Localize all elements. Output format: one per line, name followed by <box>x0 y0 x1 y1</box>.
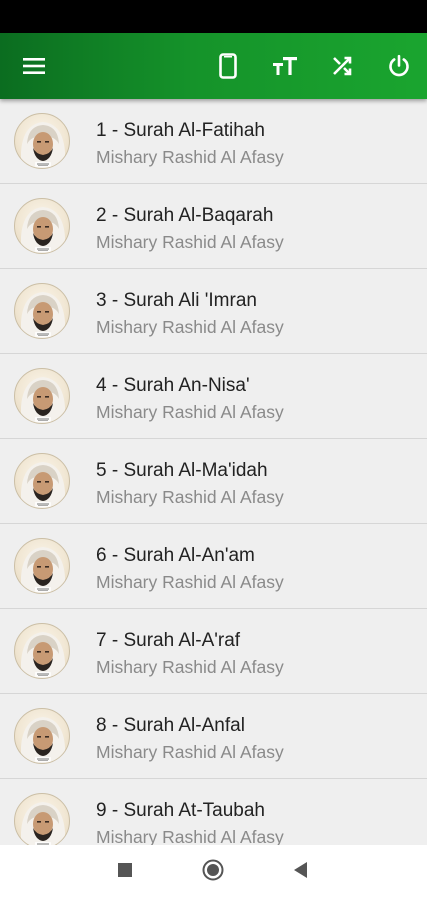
reciter-avatar <box>14 793 70 845</box>
reciter-name: Mishary Rashid Al Afasy <box>96 147 284 167</box>
reciter-name: Mishary Rashid Al Afasy <box>96 742 284 762</box>
reciter-name: Mishary Rashid Al Afasy <box>96 317 284 337</box>
surah-title: 1 - Surah Al-Fatihah <box>96 120 265 141</box>
reciter-name: Mishary Rashid Al Afasy <box>96 657 284 677</box>
list-item[interactable]: 2 - Surah Al-Baqarah Mishary Rashid Al Af… <box>0 184 427 269</box>
text-size-button[interactable] <box>261 33 309 99</box>
surah-title: 6 - Surah Al-An'am <box>96 545 255 566</box>
shuffle-button[interactable] <box>318 33 366 99</box>
navigation-bar <box>0 845 427 900</box>
circle-home-icon <box>202 859 224 886</box>
triangle-back-icon <box>294 862 308 883</box>
surah-title: 3 - Surah Ali 'Imran <box>96 290 257 311</box>
home-button[interactable] <box>191 845 235 900</box>
surah-title: 7 - Surah Al-A'raf <box>96 630 241 651</box>
device-button[interactable] <box>204 33 252 99</box>
device-icon <box>219 53 237 79</box>
reciter-avatar <box>14 368 70 424</box>
list-item[interactable]: 3 - Surah Ali 'Imran Mishary Rashid Al Af… <box>0 269 427 354</box>
reciter-avatar <box>14 538 70 594</box>
text-size-icon <box>272 55 298 77</box>
power-button[interactable] <box>375 33 423 99</box>
status-bar <box>0 0 427 33</box>
surah-title: 2 - Surah Al-Baqarah <box>96 205 274 226</box>
list-item[interactable]: 5 - Surah Al-Ma'idah Mishary Rashid Al Af… <box>0 439 427 524</box>
list-item[interactable]: 8 - Surah Al-Anfal Mishary Rashid Al Afas… <box>0 694 427 779</box>
list-item[interactable]: 7 - Surah Al-A'raf Mishary Rashid Al Afas… <box>0 609 427 694</box>
shuffle-icon <box>330 54 354 78</box>
hamburger-menu-icon <box>22 56 46 76</box>
reciter-name: Mishary Rashid Al Afasy <box>96 827 284 845</box>
reciter-name: Mishary Rashid Al Afasy <box>96 232 284 252</box>
surah-title: 8 - Surah Al-Anfal <box>96 715 245 736</box>
app-bar <box>0 33 427 99</box>
reciter-avatar <box>14 708 70 764</box>
list-item[interactable]: 1 - Surah Al-Fatihah Mishary Rashid Al Af… <box>0 99 427 184</box>
reciter-avatar <box>14 283 70 339</box>
reciter-avatar <box>14 113 70 169</box>
reciter-avatar <box>14 623 70 679</box>
list-item[interactable]: 9 - Surah At-Taubah Mishary Rashid Al Afa… <box>0 779 427 845</box>
surah-title: 5 - Surah Al-Ma'idah <box>96 460 268 481</box>
reciter-avatar <box>14 453 70 509</box>
reciter-avatar <box>14 198 70 254</box>
surah-title: 9 - Surah At-Taubah <box>96 800 265 821</box>
surah-title: 4 - Surah An-Nisa' <box>96 375 250 396</box>
reciter-name: Mishary Rashid Al Afasy <box>96 487 284 507</box>
list-item[interactable]: 6 - Surah Al-An'am Mishary Rashid Al Afas… <box>0 524 427 609</box>
recents-button[interactable] <box>103 845 147 900</box>
reciter-name: Mishary Rashid Al Afasy <box>96 572 284 592</box>
menu-button[interactable] <box>10 33 58 99</box>
list-item[interactable]: 4 - Surah An-Nisa' Mishary Rashid Al Afas… <box>0 354 427 439</box>
surah-list[interactable]: 1 - Surah Al-Fatihah Mishary Rashid Al Af… <box>0 99 427 845</box>
power-icon <box>387 54 411 78</box>
reciter-name: Mishary Rashid Al Afasy <box>96 402 284 422</box>
back-button[interactable] <box>279 845 323 900</box>
square-recents-icon <box>118 863 132 882</box>
